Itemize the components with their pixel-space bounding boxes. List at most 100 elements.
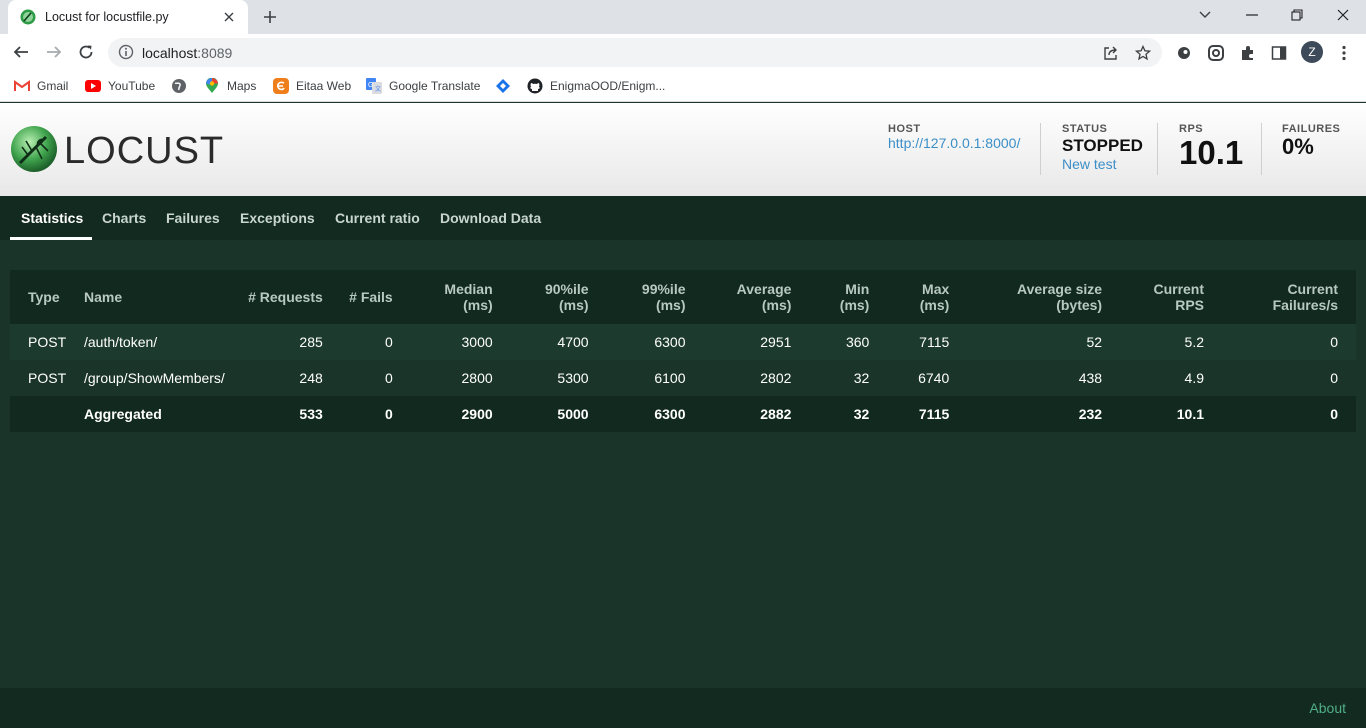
host-label: HOST [888, 123, 921, 135]
cell-requests: 533 [232, 396, 331, 432]
tab-close-icon[interactable] [220, 8, 238, 26]
col-header-unit: RPS [1175, 297, 1205, 313]
col-header-unit: (ms) [839, 297, 870, 313]
status-value: STOPPED [1062, 136, 1143, 155]
tab-download-data[interactable]: Download Data [440, 210, 541, 226]
col-header-average-size[interactable]: Average size (bytes) [957, 270, 1111, 324]
tab-search-chevron-icon[interactable] [1192, 4, 1218, 26]
col-header-99ile[interactable]: 99%ile (ms) [596, 270, 694, 324]
forward-arrow-icon[interactable] [41, 39, 67, 65]
cell-average: 2951 [693, 324, 800, 360]
bookmark-google-translate[interactable]: G文 Google Translate [366, 76, 480, 96]
bookmark-youtube[interactable]: YouTube [85, 76, 155, 96]
col-header-name[interactable]: Name [75, 270, 233, 324]
cell-min: 360 [799, 324, 878, 360]
failures-value: 0% [1282, 134, 1314, 159]
cell-max: 7115 [877, 396, 958, 432]
translate-icon: G文 [366, 78, 382, 94]
stat-divider [1040, 123, 1041, 175]
cell-median: 2800 [400, 360, 501, 396]
col-header-current-failures[interactable]: Current Failures/s [1212, 270, 1356, 324]
rps-value: 10.1 [1179, 134, 1244, 171]
new-test-link[interactable]: New test [1062, 156, 1143, 172]
bookmarks-bar: Gmail YouTube Maps Eitaa Web G文 Google T… [0, 70, 1366, 102]
bookmark-globe[interactable] [171, 76, 194, 96]
col-header-average[interactable]: Average (ms) [693, 270, 800, 324]
table-row: POST /group/ShowMembers/ 248 0 2800 5300… [10, 360, 1356, 396]
restore-icon[interactable] [1284, 4, 1310, 26]
browser-tab-strip: Locust for locustfile.py [0, 0, 1366, 34]
cell-average: 2882 [693, 396, 800, 432]
col-header-text: Average [736, 281, 792, 297]
bookmark-diamond[interactable] [495, 76, 518, 96]
extension-mask-icon[interactable] [1174, 43, 1194, 63]
tab-charts[interactable]: Charts [102, 210, 146, 226]
bookmark-label: Maps [227, 79, 257, 93]
col-header-requests[interactable]: # Requests [232, 270, 331, 324]
col-header-min[interactable]: Min (ms) [799, 270, 878, 324]
bookmark-maps[interactable]: Maps [204, 76, 256, 96]
back-arrow-icon[interactable] [8, 39, 34, 65]
bookmark-eitaa[interactable]: Eitaa Web [273, 76, 351, 96]
table-row: POST /auth/token/ 285 0 3000 4700 6300 2… [10, 324, 1356, 360]
col-header-text: Type [28, 289, 60, 305]
cell-90ile: 5000 [500, 396, 597, 432]
col-header-text: 99%ile [641, 281, 686, 297]
cell-min: 32 [799, 360, 878, 396]
tab-exceptions[interactable]: Exceptions [240, 210, 315, 226]
table-header-row: Type Name # Requests # Fails Median (ms) … [10, 270, 1356, 324]
youtube-icon [85, 78, 101, 94]
bookmark-label: YouTube [108, 79, 156, 93]
share-icon[interactable] [1102, 44, 1120, 62]
bookmark-github[interactable]: EnigmaOOD/Enigm... [527, 76, 665, 96]
col-header-text: Current [1287, 281, 1338, 297]
browser-tab[interactable]: Locust for locustfile.py [8, 0, 248, 34]
col-header-text: # Fails [349, 289, 393, 305]
status-label: STATUS [1062, 123, 1108, 135]
url-text: localhost:8089 [142, 45, 232, 61]
col-header-type[interactable]: Type [10, 270, 76, 324]
cell-max: 6740 [877, 360, 958, 396]
site-info-icon[interactable] [118, 44, 134, 65]
tab-statistics[interactable]: Statistics [21, 210, 83, 226]
more-menu-icon[interactable] [1334, 43, 1354, 63]
cell-type: POST [10, 360, 76, 396]
host-value-link[interactable]: http://127.0.0.1:8000/ [888, 135, 1020, 151]
col-header-unit: (ms) [463, 297, 493, 313]
locust-logo-icon [10, 125, 58, 178]
col-header-median[interactable]: Median (ms) [400, 270, 501, 324]
reload-icon[interactable] [73, 39, 99, 65]
cell-current-failures: 0 [1212, 360, 1356, 396]
globe-icon [171, 78, 187, 94]
profile-avatar[interactable]: Z [1301, 41, 1323, 63]
extension-link-icon[interactable] [1206, 43, 1226, 63]
tab-title: Locust for locustfile.py [45, 10, 169, 24]
minimize-icon[interactable] [1239, 4, 1265, 26]
cell-average-size: 438 [957, 360, 1111, 396]
col-header-fails[interactable]: # Fails [330, 270, 401, 324]
failures-stat: FAILURES 0% [1282, 123, 1340, 160]
locust-nav-tabs: Statistics Charts Failures Exceptions Cu… [0, 196, 1366, 240]
url-port: :8089 [197, 45, 233, 61]
locust-logo[interactable]: LOCUST [10, 125, 224, 178]
bookmark-star-icon[interactable] [1134, 44, 1152, 62]
col-header-max[interactable]: Max (ms) [877, 270, 958, 324]
cell-min: 32 [799, 396, 878, 432]
tab-current-ratio[interactable]: Current ratio [335, 210, 420, 226]
cell-current-rps: 5.2 [1110, 324, 1213, 360]
address-bar[interactable]: localhost:8089 [108, 38, 1162, 67]
bookmark-label: Eitaa Web [296, 79, 352, 93]
cell-99ile: 6300 [596, 324, 694, 360]
new-tab-plus-icon[interactable] [260, 7, 280, 27]
side-panel-icon[interactable] [1269, 43, 1289, 63]
col-header-current-rps[interactable]: Current RPS [1110, 270, 1213, 324]
close-window-icon[interactable] [1330, 4, 1356, 26]
bookmark-gmail[interactable]: Gmail [14, 76, 68, 96]
col-header-90ile[interactable]: 90%ile (ms) [500, 270, 597, 324]
cell-fails: 0 [330, 360, 401, 396]
tab-failures[interactable]: Failures [166, 210, 220, 226]
col-header-text: Current [1153, 281, 1205, 297]
about-link[interactable]: About [1309, 700, 1346, 716]
cell-average-size: 52 [957, 324, 1111, 360]
extensions-puzzle-icon[interactable] [1238, 43, 1258, 63]
